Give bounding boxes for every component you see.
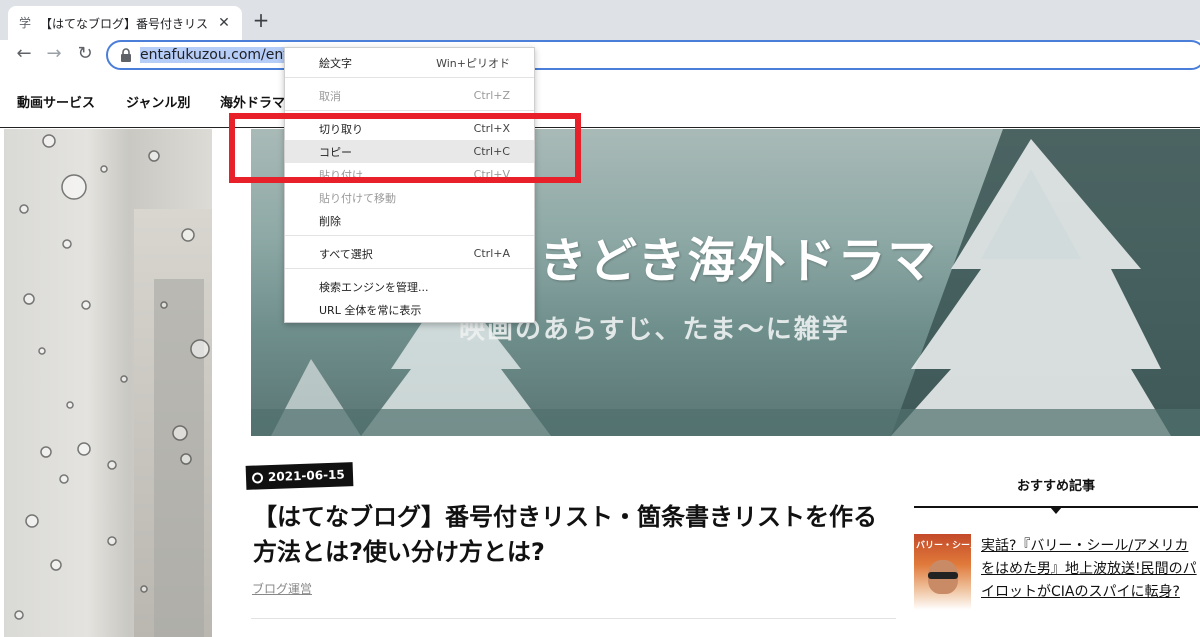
back-button[interactable]: ← [12, 42, 36, 66]
recommended-heading: おすすめ記事 [1016, 479, 1095, 494]
forward-button[interactable]: → [42, 42, 66, 66]
menu-item-manage-search-engines[interactable]: 検索エンジンを管理... [285, 275, 534, 298]
context-menu: 絵文字 Win+ピリオド 取消 Ctrl+Z 切り取り Ctrl+X コピー C… [284, 47, 535, 323]
post-date-badge: 2021-06-15 [245, 462, 354, 490]
tab-strip: 学 【はてなブログ】番号付きリスト・箇条書き ✕ + [0, 0, 1200, 40]
reload-button[interactable]: ↻ [73, 42, 97, 66]
menu-item-delete[interactable]: 削除 [285, 209, 534, 232]
url-text[interactable]: entafukuzou.com/entry/ [140, 47, 308, 63]
nav-item-video-services[interactable]: 動画サービス [17, 92, 95, 111]
nav-item-genre[interactable]: ジャンル別 [126, 92, 190, 111]
post-date: 2021-06-15 [267, 467, 345, 485]
lock-icon[interactable] [120, 48, 132, 62]
close-tab-icon[interactable]: ✕ [216, 15, 232, 31]
menu-separator [285, 77, 534, 78]
category-link[interactable]: ブログ運営 [252, 580, 312, 597]
raindrops-overlay [14, 134, 210, 620]
recommended-article-link[interactable]: 実話?『バリー・シール/アメリカをはめた男』地上波放送!民間のパイロットがCIA… [981, 535, 1199, 604]
thumbnail-caption: バリー・シール [916, 541, 971, 551]
site-title: きどき海外ドラマ [539, 233, 938, 289]
sunglasses [928, 572, 958, 579]
menu-separator [285, 235, 534, 236]
menu-item-show-full-url[interactable]: URL 全体を常に表示 [285, 298, 534, 321]
menu-separator [285, 110, 534, 111]
clock-icon [251, 471, 264, 484]
browser-toolbar: ← → ↻ entafukuzou.com/entry/ [0, 40, 1200, 70]
recommended-thumbnail[interactable]: バリー・シール [914, 534, 971, 610]
menu-separator [285, 268, 534, 269]
address-bar[interactable]: entafukuzou.com/entry/ [106, 40, 1200, 70]
rain-background-image [4, 129, 212, 637]
menu-item-select-all[interactable]: すべて選択 Ctrl+A [285, 242, 534, 265]
favicon-icon: 学 [18, 16, 31, 30]
divider [251, 618, 896, 619]
nav-item-foreign-drama[interactable]: 海外ドラマ [220, 92, 285, 111]
site-nav: 動画サービス ジャンル別 海外ドラマ [0, 70, 1200, 128]
down-arrow-icon [1050, 507, 1062, 514]
menu-item-emoji[interactable]: 絵文字 Win+ピリオド [285, 51, 534, 74]
annotation-highlight-box [229, 113, 581, 183]
menu-item-paste-and-go[interactable]: 貼り付けて移動 [285, 186, 534, 209]
tab-title: 【はてなブログ】番号付きリスト・箇条書き [40, 16, 210, 31]
article-title[interactable]: 【はてなブログ】番号付きリスト・箇条書きリストを作る方法とは?使い分け方とは? [253, 500, 893, 570]
browser-tab-active[interactable]: 学 【はてなブログ】番号付きリスト・箇条書き ✕ [8, 6, 242, 40]
new-tab-button[interactable]: + [250, 9, 272, 31]
menu-item-undo[interactable]: 取消 Ctrl+Z [285, 84, 534, 107]
